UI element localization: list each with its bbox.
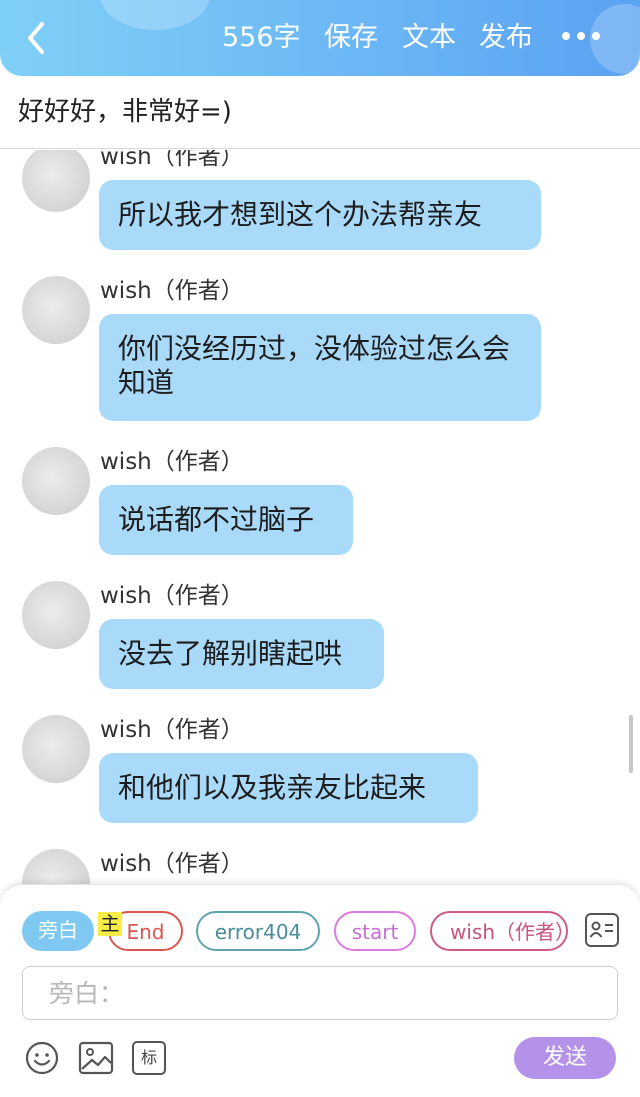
message-bubble[interactable]: 和他们以及我亲友比起来 <box>99 753 478 823</box>
story-title-bar[interactable]: 好好好，非常好=) <box>0 76 640 149</box>
emoji-icon[interactable] <box>24 1040 60 1076</box>
role-chip-narration[interactable]: 旁白 <box>22 911 94 951</box>
sender-name: wish（作者） <box>100 150 244 170</box>
message-bubble[interactable]: 没去了解别瞎起哄 <box>99 619 384 689</box>
chat-list[interactable]: wish（作者） 所以我才想到这个办法帮亲友 wish（作者） 你们没经历过，没… <box>0 150 640 885</box>
save-button[interactable]: 保存 <box>324 20 378 56</box>
scrollbar[interactable] <box>629 715 633 773</box>
role-chip-wish[interactable]: wish（作者） <box>430 911 568 951</box>
avatar[interactable] <box>22 715 90 783</box>
sender-name: wish（作者） <box>100 278 244 304</box>
role-chip-start[interactable]: start <box>334 911 416 951</box>
message-bubble[interactable]: 你们没经历过，没体验过怎么会知道 <box>99 314 541 421</box>
chat-message[interactable]: wish（作者） 没去了解别瞎起哄 <box>0 581 640 691</box>
message-bubble[interactable]: 所以我才想到这个办法帮亲友 <box>99 180 541 250</box>
role-chip-error404[interactable]: error404 <box>196 911 320 951</box>
sender-name: wish（作者） <box>100 717 244 743</box>
avatar[interactable] <box>22 447 90 515</box>
message-input[interactable] <box>22 966 618 1020</box>
chat-message[interactable]: wish（作者） 和他们以及我亲友比起来 <box>0 715 640 825</box>
avatar[interactable] <box>22 276 90 344</box>
word-count: 556字 <box>222 22 301 53</box>
avatar[interactable] <box>22 849 90 885</box>
top-nav-bar: 556字 保存 文本 发布 <box>0 0 640 76</box>
contact-card-icon[interactable] <box>585 913 619 947</box>
main-role-tag: 主 <box>98 912 122 936</box>
message-bubble[interactable]: 说话都不过脑子 <box>99 485 353 555</box>
sender-name: wish（作者） <box>100 583 244 609</box>
header-decoration <box>100 0 210 30</box>
chat-message[interactable]: wish（作者） 你们没经历过，没体验过怎么会知道 <box>0 276 640 422</box>
send-button[interactable]: 发送 <box>514 1037 616 1079</box>
composer-panel: 旁白 End 主 error404 start wish（作者） 标 发送 <box>0 884 640 1097</box>
publish-button[interactable]: 发布 <box>479 20 533 56</box>
mark-button[interactable]: 标 <box>132 1041 166 1075</box>
sender-name: wish（作者） <box>100 449 244 475</box>
avatar[interactable] <box>22 581 90 649</box>
story-title: 好好好，非常好=) <box>18 97 232 127</box>
image-icon[interactable] <box>78 1040 114 1076</box>
avatar[interactable] <box>22 150 90 212</box>
sender-name: wish（作者） <box>100 851 244 877</box>
chat-message[interactable]: wish（作者） <box>0 849 640 885</box>
chat-message[interactable]: wish（作者） 说话都不过脑子 <box>0 447 640 557</box>
chat-message[interactable]: wish（作者） 所以我才想到这个办法帮亲友 <box>0 150 640 252</box>
more-dots-icon[interactable] <box>562 32 600 44</box>
chevron-left-icon[interactable] <box>20 18 54 58</box>
text-button[interactable]: 文本 <box>402 20 456 56</box>
